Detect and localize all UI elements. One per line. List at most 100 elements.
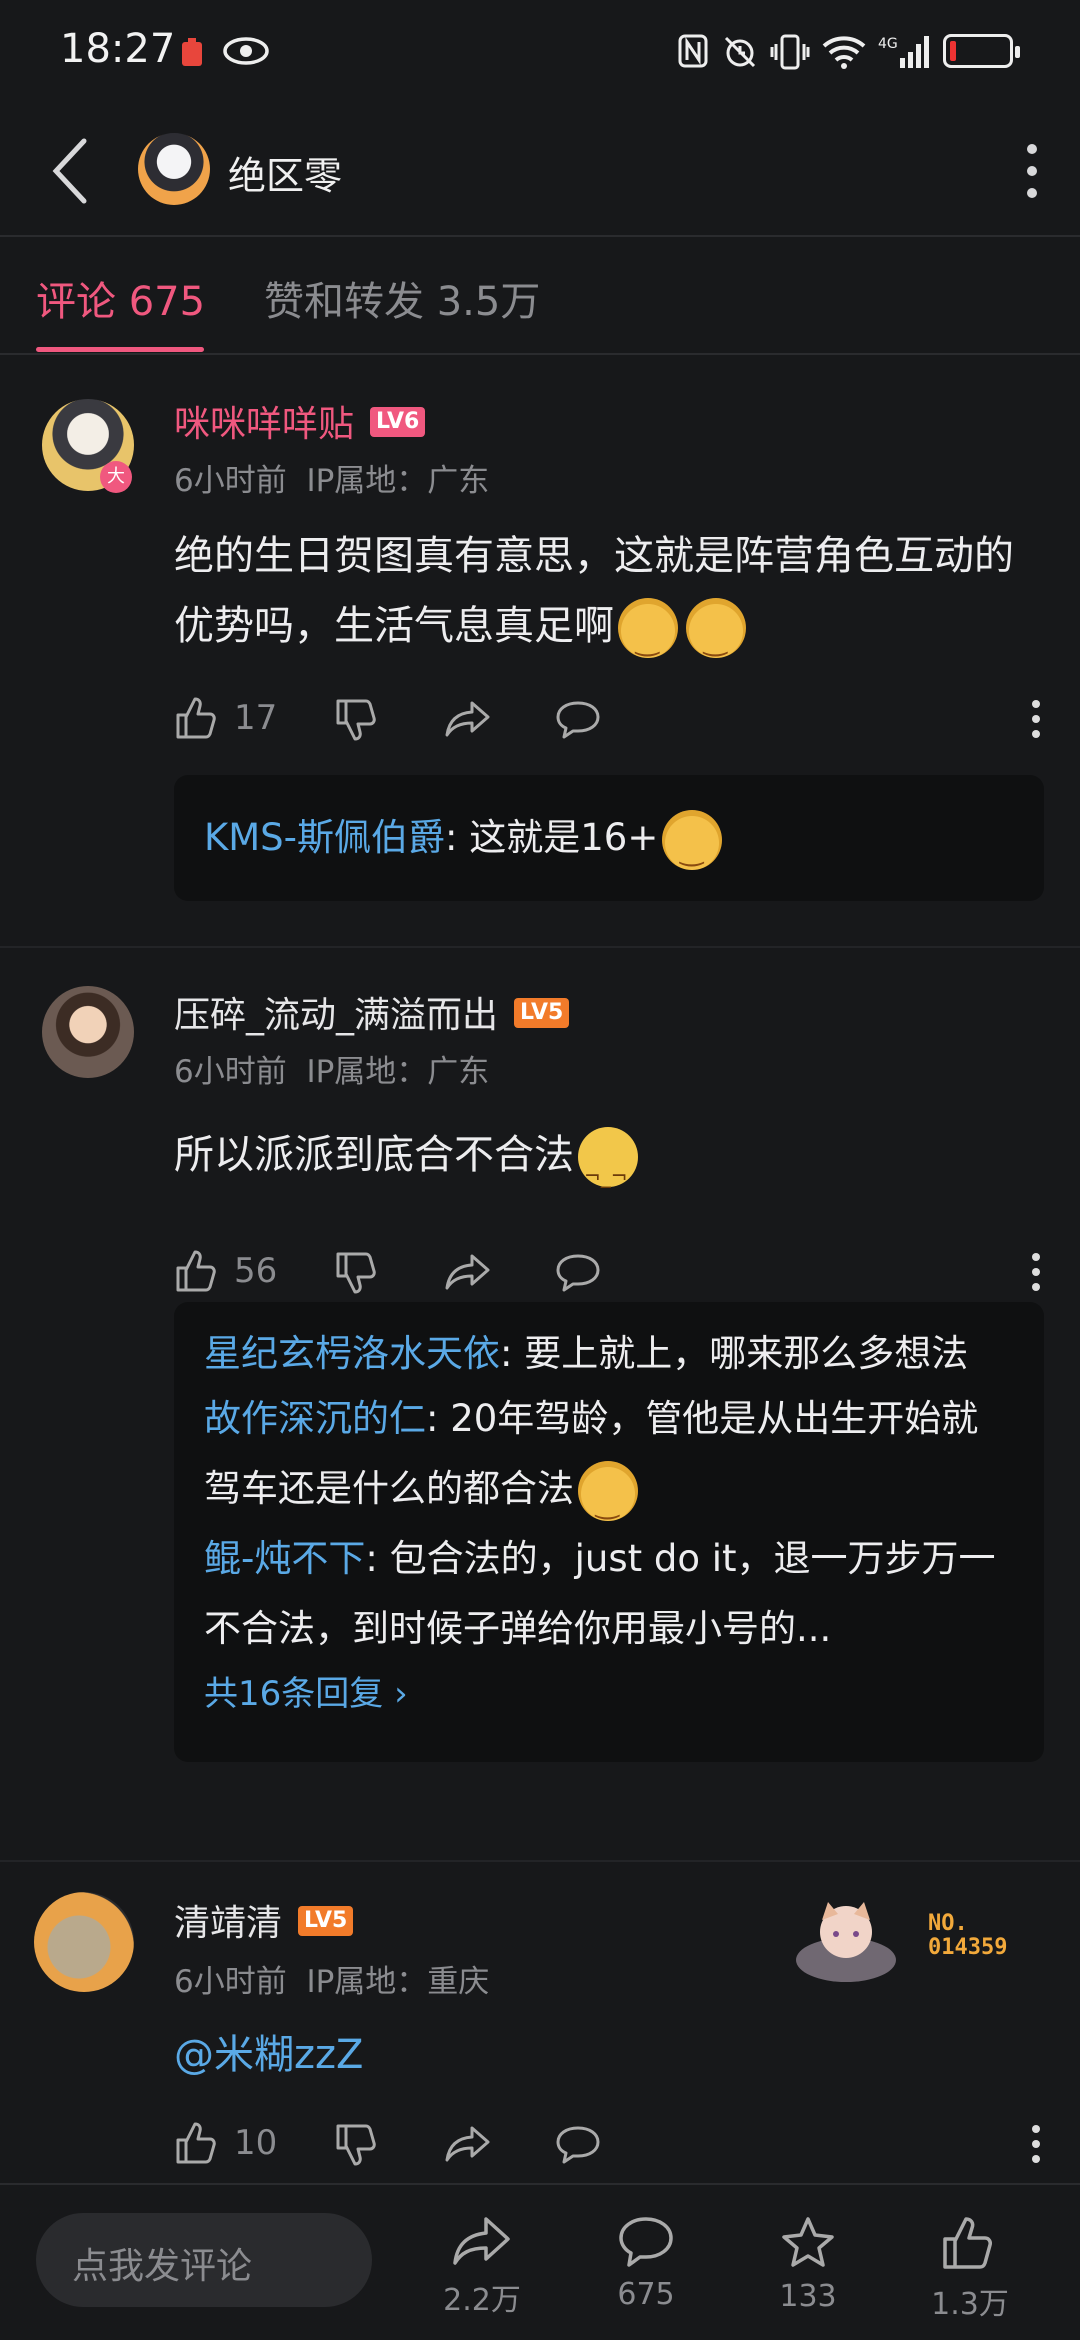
- like-button[interactable]: 17: [174, 695, 277, 741]
- reply-item[interactable]: 故作深沉的仁: 20年驾龄，管他是从出生开始就驾车还是什么的都合法: [204, 1384, 1014, 1539]
- like-count: 56: [234, 1251, 278, 1291]
- like-total-count: 1.3万: [931, 2287, 1009, 2322]
- share-icon[interactable]: [444, 2124, 492, 2164]
- reply-text: : 这就是16+: [445, 816, 659, 859]
- comment-input[interactable]: 点我发评论: [36, 2213, 372, 2307]
- tab-comments[interactable]: 评论 675: [36, 269, 205, 327]
- ip-location: IP属地：广东: [306, 463, 490, 499]
- account-avatar[interactable]: [138, 133, 210, 205]
- bottom-bar: 点我发评论 2.2万 675 133 1.3万: [0, 2183, 1080, 2340]
- comment-text-body: 所以派派到底合不合法: [174, 1132, 574, 1178]
- tab-likes-reposts[interactable]: 赞和转发 3.5万: [264, 269, 540, 327]
- level-badge: LV5: [298, 1906, 354, 1936]
- reply-author[interactable]: KMS-斯佩伯爵: [204, 816, 445, 859]
- thumbs-up-icon: [176, 2122, 216, 2164]
- like-action[interactable]: 1.3万: [910, 2215, 1030, 2323]
- comment-time: 6小时前: [174, 463, 287, 499]
- thumbs-down-icon[interactable]: [334, 1250, 380, 1296]
- vibrate-icon: [770, 34, 810, 70]
- star-icon: [782, 2217, 834, 2267]
- share-icon: [453, 2217, 510, 2265]
- account-name[interactable]: 绝区零: [228, 145, 342, 200]
- user-avatar[interactable]: [42, 986, 134, 1078]
- comment-meta: 6小时前 IP属地：广东: [174, 1046, 489, 1091]
- back-arrow-icon[interactable]: [48, 137, 92, 205]
- comment-item: 压碎_流动_满溢而出 LV5 6小时前 IP属地：广东 所以派派到底合不合法 56…: [0, 948, 1080, 1860]
- comment-count: 675: [617, 2277, 675, 2312]
- username-text[interactable]: 压碎_流动_满溢而出: [174, 995, 498, 1036]
- status-bar: 18:27 4G: [0, 0, 1080, 105]
- eye-icon: [223, 37, 269, 65]
- battery-saver-icon: [182, 38, 202, 66]
- comment-more-icon[interactable]: [1030, 2124, 1042, 2164]
- cat-rose-emoji-icon: [618, 598, 678, 676]
- more-options-icon[interactable]: [1022, 141, 1042, 201]
- tab-bar: 评论 675 赞和转发 3.5万: [0, 237, 1080, 355]
- doubt-emoji-icon: [578, 1127, 638, 1211]
- like-button[interactable]: 56: [174, 1248, 277, 1294]
- alarm-off-icon: [724, 36, 756, 68]
- wifi-icon: [822, 36, 866, 69]
- thumbs-up-icon: [176, 1250, 216, 1292]
- reply-item[interactable]: 星纪玄枵洛水天依: 要上就上，哪来那么多想法: [204, 1324, 1014, 1384]
- username-text[interactable]: 清靖清: [174, 1903, 282, 1944]
- thumbs-up-icon: [943, 2217, 992, 2269]
- comment-actions: 17: [174, 695, 1054, 755]
- cat-emoji-icon: [578, 1460, 638, 1539]
- share-action[interactable]: 2.2万: [422, 2215, 542, 2319]
- thumbs-down-icon[interactable]: [334, 697, 380, 743]
- reply-box[interactable]: KMS-斯佩伯爵: 这就是16+: [174, 775, 1044, 901]
- like-button[interactable]: 10: [174, 2120, 277, 2166]
- username-text[interactable]: 咪咪咩咩贴: [174, 404, 354, 445]
- comment-more-icon[interactable]: [1030, 1252, 1042, 1292]
- fan-card-badge-icon: [796, 1902, 896, 1982]
- thumbs-down-icon[interactable]: [334, 2122, 380, 2168]
- thumbs-up-icon: [176, 697, 216, 739]
- favorite-count: 133: [779, 2279, 837, 2314]
- comment-action[interactable]: 675: [586, 2215, 706, 2312]
- like-count: 17: [234, 698, 278, 738]
- username[interactable]: 咪咪咩咩贴 LV6: [174, 395, 426, 447]
- share-count: 2.2万: [443, 2283, 521, 2318]
- battery-icon: [943, 34, 1020, 68]
- share-icon[interactable]: [444, 699, 492, 739]
- username[interactable]: 压碎_流动_满溢而出 LV5: [174, 986, 570, 1038]
- vip-badge: 大: [100, 461, 132, 493]
- comment-text-body: 绝的生日贺图真有意思，这就是阵营角色互动的优势吗，生活气息真足啊: [174, 533, 1014, 649]
- comment-input-placeholder: 点我发评论: [72, 2246, 253, 2287]
- like-count: 10: [234, 2123, 278, 2163]
- reply-icon[interactable]: [554, 2124, 602, 2166]
- reply-author[interactable]: 星纪玄枵洛水天依: [204, 1332, 500, 1375]
- cat-rose-emoji-icon: [686, 598, 746, 676]
- cat-rose-emoji-icon: [662, 809, 723, 884]
- fan-card-number: NO. 014359: [928, 1911, 1008, 1960]
- comment-more-icon[interactable]: [1030, 699, 1042, 739]
- comment-actions: 10: [174, 2120, 1054, 2180]
- reply-box[interactable]: 星纪玄枵洛水天依: 要上就上，哪来那么多想法 故作深沉的仁: 20年驾龄，管他是…: [174, 1302, 1044, 1762]
- user-avatar[interactable]: [34, 1892, 134, 1992]
- comment-meta: 6小时前 IP属地：广东: [174, 455, 489, 500]
- share-icon[interactable]: [444, 1252, 492, 1292]
- tab-indicator: [36, 347, 204, 352]
- comment-meta: 6小时前 IP属地：重庆: [174, 1956, 489, 2001]
- reply-author[interactable]: 故作深沉的仁: [204, 1397, 426, 1440]
- comment-time: 6小时前: [174, 1054, 287, 1090]
- favorite-action[interactable]: 133: [748, 2215, 868, 2314]
- top-bar: 绝区零: [0, 105, 1080, 237]
- comment-text: 绝的生日贺图真有意思，这就是阵营角色互动的优势吗，生活气息真足啊: [174, 521, 1044, 676]
- comment-icon: [619, 2217, 673, 2267]
- status-time: 18:27: [60, 26, 176, 72]
- reply-icon[interactable]: [554, 1252, 602, 1294]
- mention-link[interactable]: @米糊zzZ: [174, 2032, 363, 2078]
- reply-icon[interactable]: [554, 699, 602, 741]
- comment-text: @米糊zzZ: [174, 2020, 1044, 2090]
- svg-text:4G: 4G: [878, 36, 898, 52]
- nfc-icon: [678, 34, 708, 68]
- reply-item[interactable]: KMS-斯佩伯爵: 这就是16+: [204, 797, 1014, 884]
- reply-author[interactable]: 鲲-炖不下: [204, 1537, 365, 1580]
- view-all-replies-link[interactable]: 共16条回复 ›: [204, 1664, 1014, 1724]
- username[interactable]: 清靖清 LV5: [174, 1894, 354, 1946]
- ip-location: IP属地：重庆: [306, 1964, 490, 2000]
- ip-location: IP属地：广东: [306, 1054, 490, 1090]
- reply-item[interactable]: 鲲-炖不下: 包合法的，just do it，退一万步万一不合法，到时候子弹给你…: [204, 1524, 1014, 1664]
